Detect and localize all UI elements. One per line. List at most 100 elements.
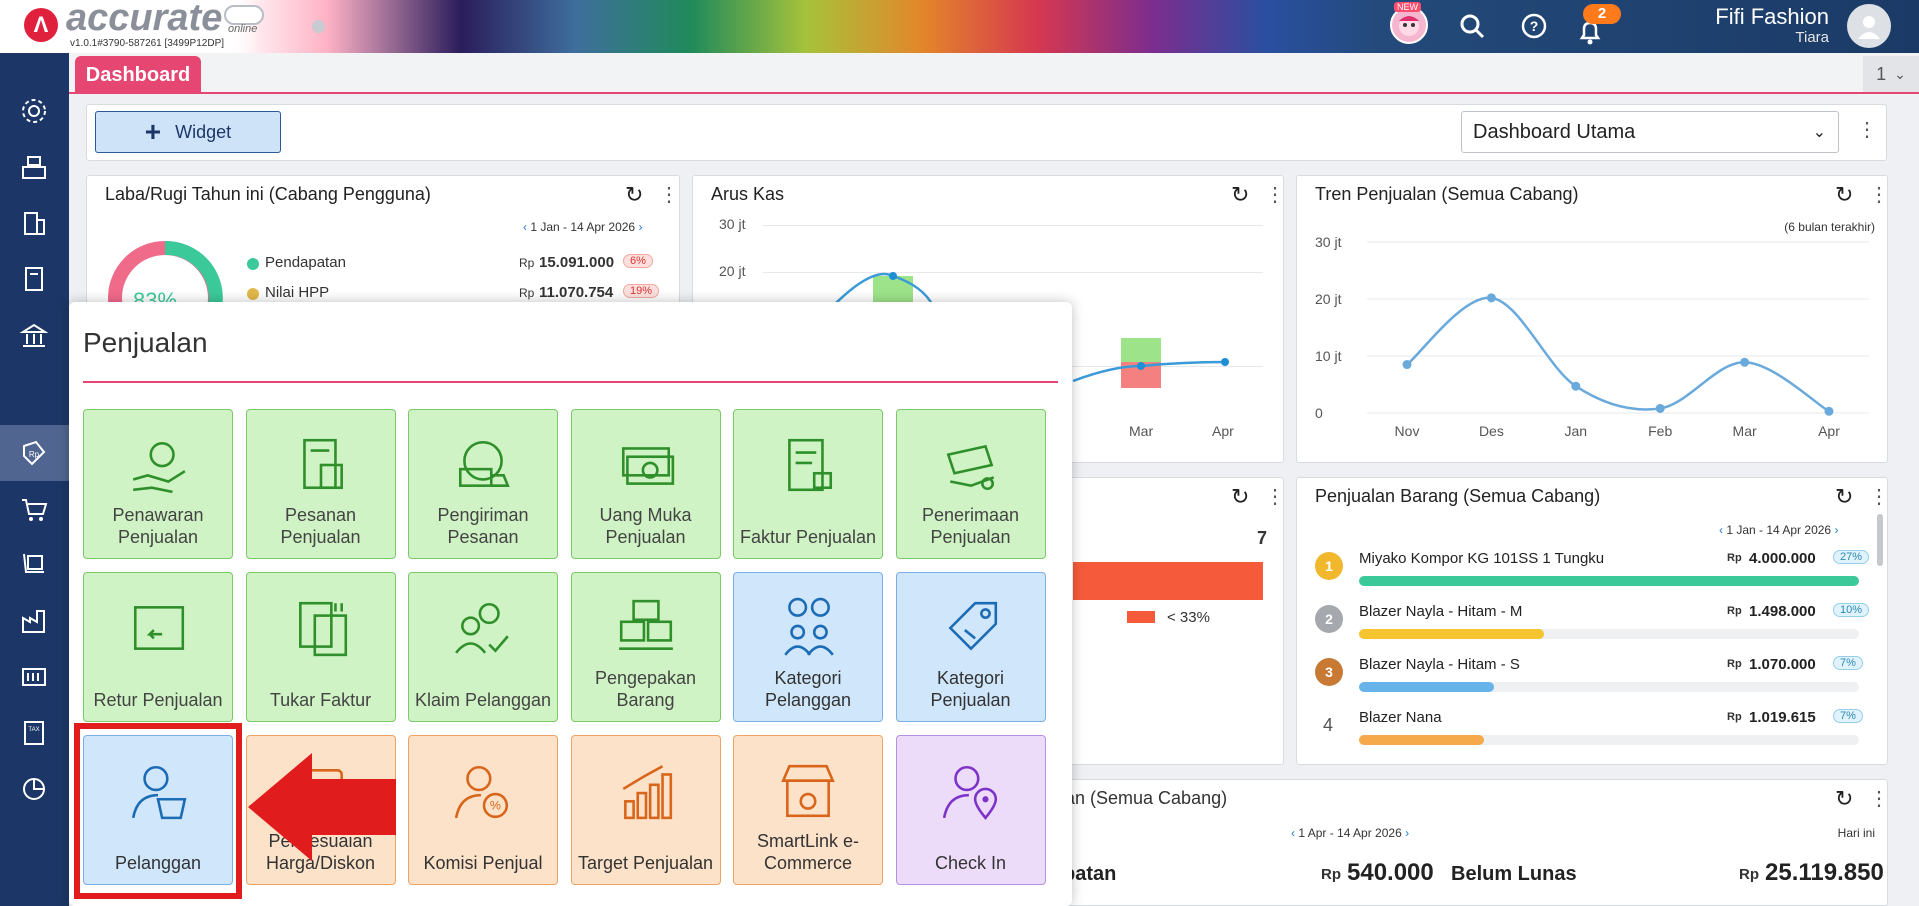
chevron-left-icon[interactable]: ‹: [1291, 826, 1295, 840]
barang-row[interactable]: 4 Blazer Nana Rp 1.019.615 7%: [1297, 707, 1877, 757]
tax-icon[interactable]: TAX: [14, 713, 54, 753]
menu-tile-tukar-faktur[interactable]: Tukar Faktur: [245, 572, 396, 722]
medal-icon: 3: [1315, 658, 1343, 686]
menu-tile-pengiriman-pesanan[interactable]: Pengiriman Pesanan: [408, 409, 558, 559]
chevron-right-icon[interactable]: ›: [1405, 826, 1409, 840]
progress-fill: [1359, 735, 1484, 745]
menu-tile-pesanan-penjualan[interactable]: Pesanan Penjualan: [245, 409, 396, 559]
tile-label: Check In: [934, 853, 1007, 873]
chevron-left-icon[interactable]: ‹: [1719, 523, 1723, 537]
barang-row[interactable]: 1 Miyako Kompor KG 101SS 1 Tungku Rp 4.000.…: [1297, 548, 1877, 598]
refresh-icon[interactable]: ↻: [625, 182, 643, 208]
rp: Rp: [1727, 552, 1742, 564]
date-range-text: 1 Jan - 14 Apr 2026: [1726, 523, 1832, 537]
menu-tile-uang-muka-penjualan[interactable]: Uang Muka Penjualan: [570, 409, 721, 559]
menu-tile-smartlink-e-commerce[interactable]: SmartLink e-Commerce: [733, 735, 883, 885]
cart-icon[interactable]: [14, 489, 54, 529]
menu-tile-faktur-penjualan[interactable]: Faktur Penjualan: [733, 409, 883, 559]
chevron-right-icon[interactable]: ›: [638, 220, 642, 234]
legend-dot: [247, 258, 259, 270]
tile-label: Kategori Penjualan: [930, 668, 1011, 710]
date-range-text: 1 Jan - 14 Apr 2026: [530, 220, 636, 234]
date-range: ‹ 1 Jan - 14 Apr 2026 ›: [523, 220, 642, 234]
summary-value: 540.000: [1347, 859, 1434, 886]
svg-text:TAX: TAX: [28, 727, 39, 733]
barang-row[interactable]: 2 Blazer Nayla - Hitam - M Rp 1.498.000 10%: [1297, 601, 1877, 651]
report-icon[interactable]: [14, 769, 54, 809]
panel-title: an (Semua Cabang): [1065, 788, 1228, 808]
menu-tile-komisi-penjual[interactable]: % Komisi Penjual: [408, 735, 558, 885]
barang-name: Blazer Nayla - Hitam - M: [1359, 603, 1523, 620]
cash-register-icon[interactable]: [14, 147, 54, 187]
tile-label: Pesanan Penjualan: [280, 505, 361, 547]
tile-label: Retur Penjualan: [93, 690, 223, 710]
data-point: [1571, 381, 1581, 391]
menu-tile-check-in[interactable]: Check In: [895, 735, 1046, 885]
data-point: [1655, 403, 1665, 413]
scrollbar[interactable]: [1877, 514, 1883, 566]
company-name[interactable]: Fifi Fashion: [1715, 4, 1829, 30]
widget-value: 7: [1257, 528, 1268, 548]
barang-name: Blazer Nayla - Hitam - S: [1359, 656, 1520, 673]
dashboard-select[interactable]: Dashboard Utama ⌄: [1461, 111, 1839, 153]
tab-count-label: 1: [1876, 63, 1887, 84]
barcode-icon[interactable]: [14, 657, 54, 697]
book-icon[interactable]: [14, 259, 54, 299]
tab-dashboard[interactable]: Dashboard: [75, 56, 201, 94]
y-tick: 20 jt: [1315, 291, 1342, 307]
date-range: ‹ 1 Apr - 14 Apr 2026 ›: [1291, 826, 1409, 840]
chevron-down-icon: ⌄: [1812, 124, 1826, 141]
menu-tile-kategori-penjualan[interactable]: Kategori Penjualan: [895, 572, 1046, 722]
period-label: Hari ini: [1837, 826, 1875, 840]
tile-label: Target Penjualan: [577, 853, 714, 873]
rank-number: 4: [1323, 715, 1334, 735]
trolley-icon[interactable]: [14, 545, 54, 585]
menu-tile-klaim-pelanggan[interactable]: Klaim Pelanggan: [408, 572, 558, 722]
progress-fill: [1359, 629, 1544, 639]
chevron-down-icon: ⌄: [1894, 65, 1906, 82]
barang-value: 4.000.000: [1749, 550, 1816, 567]
more-vertical-icon[interactable]: ⋮: [1857, 117, 1877, 142]
tile-label: Kategori Pelanggan: [764, 668, 852, 710]
menu-tile-kategori-pelanggan[interactable]: Kategori Pelanggan: [733, 572, 883, 722]
barang-row[interactable]: 3 Blazer Nayla - Hitam - S Rp 1.070.000 7%: [1297, 654, 1877, 704]
more-vertical-icon[interactable]: ⋮: [1869, 786, 1887, 811]
x-tick: Feb: [1648, 423, 1672, 439]
accurate-logo-icon[interactable]: Λ: [24, 8, 58, 42]
search-icon[interactable]: [1456, 10, 1488, 42]
pointer-arrow-icon: [248, 753, 396, 861]
pct-badge: 10%: [1833, 603, 1870, 617]
chevron-left-icon[interactable]: ‹: [523, 220, 527, 234]
menu-tile-penawaran-penjualan[interactable]: Penawaran Penjualan: [83, 409, 233, 559]
gear-icon[interactable]: [14, 91, 54, 131]
check-in-icon: [942, 765, 997, 820]
target-chart-icon: [622, 765, 672, 820]
building-icon[interactable]: [14, 203, 54, 243]
row-label: Nilai HPP: [265, 284, 330, 301]
svg-text:%: %: [490, 799, 501, 813]
panel-title: Penjualan Barang (Semua Cabang): [1315, 486, 1601, 506]
factory-icon[interactable]: [14, 601, 54, 641]
menu-tile-retur-penjualan[interactable]: Retur Penjualan: [83, 572, 233, 722]
refresh-icon[interactable]: ↻: [1835, 786, 1853, 812]
menu-tile-penerimaan-penjualan[interactable]: Penerimaan Penjualan: [895, 409, 1046, 559]
refresh-icon[interactable]: ↻: [1231, 484, 1249, 510]
more-vertical-icon[interactable]: ⋮: [1869, 484, 1887, 509]
laba-rugi-panel: Laba/Rugi Tahun ini (Cabang Pengguna) ↻ …: [86, 175, 680, 315]
highlight-box: [74, 723, 242, 899]
more-vertical-icon[interactable]: ⋮: [1265, 484, 1283, 509]
sales-icon[interactable]: Rp: [14, 433, 54, 473]
chevron-right-icon[interactable]: ›: [1834, 523, 1838, 537]
more-vertical-icon[interactable]: ⋮: [659, 182, 679, 207]
tab-count-dropdown[interactable]: 1 ⌄: [1863, 56, 1919, 92]
menu-tile-target-penjualan[interactable]: Target Penjualan: [570, 735, 721, 885]
add-widget-button[interactable]: + Widget: [95, 111, 281, 153]
refresh-icon[interactable]: ↻: [1835, 484, 1853, 510]
store-icon: [781, 764, 835, 818]
menu-tile-pengepakan-barang[interactable]: Pengepakan Barang: [570, 572, 721, 722]
bank-icon[interactable]: [14, 315, 54, 355]
y-tick: 30 jt: [1315, 234, 1342, 250]
help-icon[interactable]: ?: [1518, 10, 1550, 42]
row-label: Pendapatan: [265, 254, 346, 271]
avatar[interactable]: [1847, 4, 1891, 48]
